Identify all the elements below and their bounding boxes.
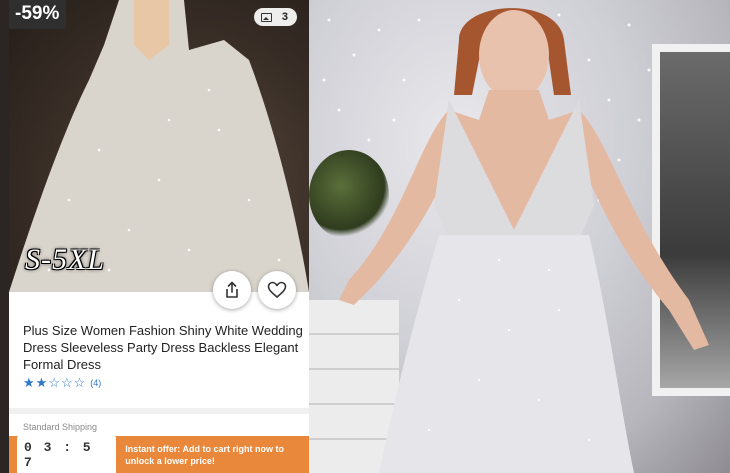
shipping-label: Standard Shipping — [23, 422, 98, 432]
review-count: (4) — [90, 377, 102, 388]
product-card[interactable]: -59% 3 S-5XL Plus Size Women Fashion Shi… — [9, 0, 309, 473]
rating[interactable]: ★ ★ ☆ ☆ ☆ (4) — [23, 376, 101, 389]
discount-badge: -59% — [9, 0, 67, 29]
divider — [9, 408, 309, 414]
product-title[interactable]: Plus Size Women Fashion Shiny White Wedd… — [23, 322, 303, 373]
image-count: 3 — [281, 11, 288, 23]
star-empty-icon: ☆ — [48, 375, 60, 390]
image-icon — [260, 12, 272, 22]
countdown-timer: 0 3 : 5 7 — [17, 435, 117, 473]
favorite-button[interactable] — [258, 271, 296, 309]
presenter — [339, 8, 709, 473]
star-filled-icon: ★ — [35, 375, 48, 390]
image-count-badge: 3 — [253, 8, 297, 26]
star-filled-icon: ★ — [23, 375, 35, 390]
size-range-label: S-5XL — [25, 243, 105, 276]
offer-text: Instant offer: Add to cart right now to … — [125, 443, 284, 466]
left-edge — [0, 0, 9, 473]
product-image[interactable]: -59% 3 S-5XL — [9, 0, 309, 292]
share-icon — [226, 281, 238, 298]
heart-icon — [267, 281, 287, 298]
star-empty-icon: ☆ — [73, 375, 86, 390]
instant-offer-bar[interactable]: 0 3 : 5 7 Instant offer: Add to cart rig… — [9, 435, 309, 473]
star-empty-icon: ☆ — [60, 375, 73, 390]
share-button[interactable] — [213, 271, 251, 309]
video-scene — [309, 0, 730, 473]
